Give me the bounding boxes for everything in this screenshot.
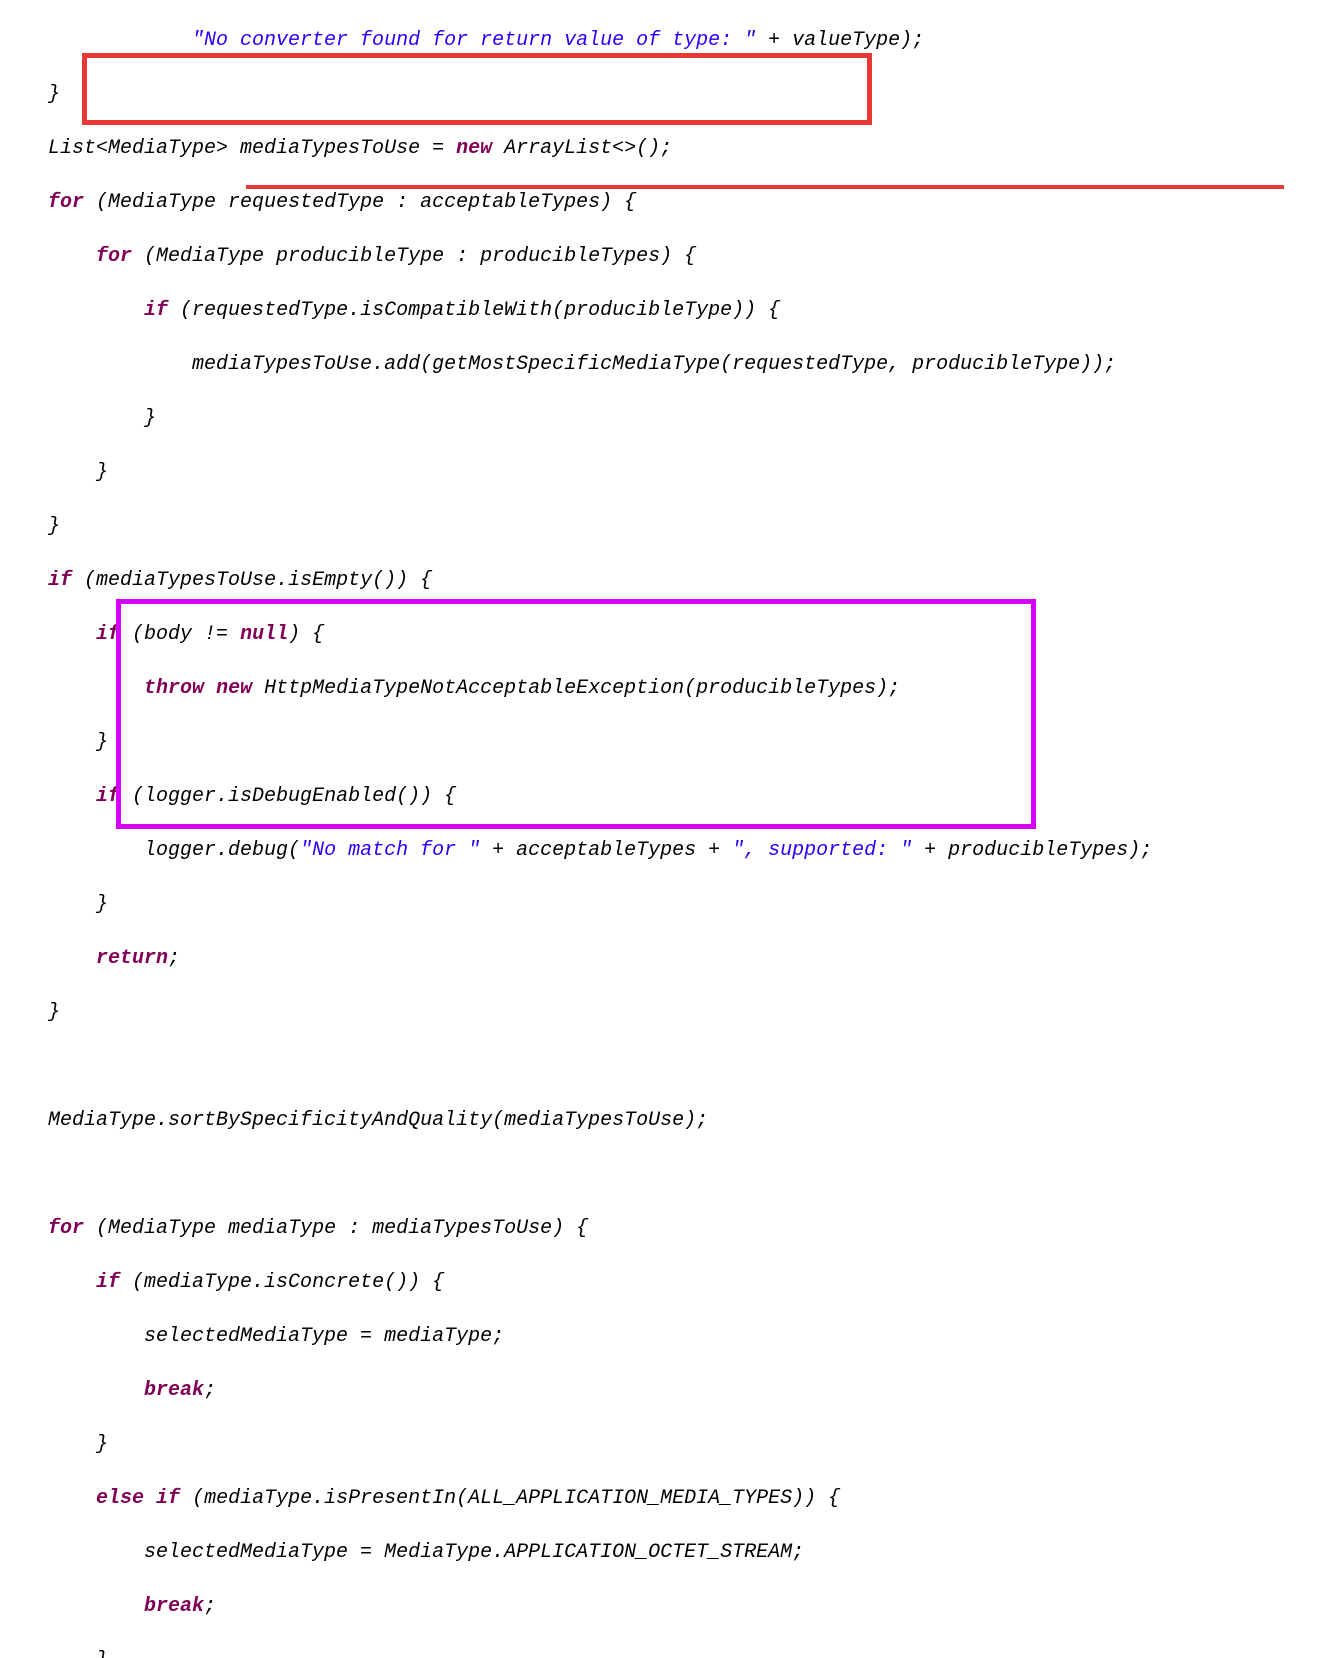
code-line: break; xyxy=(0,1377,1344,1404)
code-line: "No converter found for return value of … xyxy=(0,27,1344,54)
code-line: } xyxy=(0,81,1344,108)
code-line xyxy=(0,1053,1344,1080)
code-line: throw new HttpMediaTypeNotAcceptableExce… xyxy=(0,675,1344,702)
code-line: mediaTypesToUse.add(getMostSpecificMedia… xyxy=(0,351,1344,378)
code-line: List<MediaType> mediaTypesToUse = new Ar… xyxy=(0,135,1344,162)
code-line: for (MediaType mediaType : mediaTypesToU… xyxy=(0,1215,1344,1242)
code-line: selectedMediaType = MediaType.APPLICATIO… xyxy=(0,1539,1344,1566)
code-line: else if (mediaType.isPresentIn(ALL_APPLI… xyxy=(0,1485,1344,1512)
code-line: MediaType.sortBySpecificityAndQuality(me… xyxy=(0,1107,1344,1134)
code-line: for (MediaType requestedType : acceptabl… xyxy=(0,189,1344,216)
code-line: if (mediaTypesToUse.isEmpty()) { xyxy=(0,567,1344,594)
code-line: if (mediaType.isConcrete()) { xyxy=(0,1269,1344,1296)
code-line xyxy=(0,1161,1344,1188)
code-line: logger.debug("No match for " + acceptabl… xyxy=(0,837,1344,864)
code-line: } xyxy=(0,1647,1344,1658)
code-line: selectedMediaType = mediaType; xyxy=(0,1323,1344,1350)
code-line: } xyxy=(0,459,1344,486)
code-line: if (requestedType.isCompatibleWith(produ… xyxy=(0,297,1344,324)
code-line: return; xyxy=(0,945,1344,972)
code-line: } xyxy=(0,729,1344,756)
code-line: } xyxy=(0,405,1344,432)
code-line: if (logger.isDebugEnabled()) { xyxy=(0,783,1344,810)
code-line: if (body != null) { xyxy=(0,621,1344,648)
code-line: for (MediaType producibleType : producib… xyxy=(0,243,1344,270)
code-line: } xyxy=(0,999,1344,1026)
code-line: break; xyxy=(0,1593,1344,1620)
code-line: } xyxy=(0,891,1344,918)
code-block: "No converter found for return value of … xyxy=(0,0,1344,1658)
code-line: } xyxy=(0,513,1344,540)
code-line: } xyxy=(0,1431,1344,1458)
